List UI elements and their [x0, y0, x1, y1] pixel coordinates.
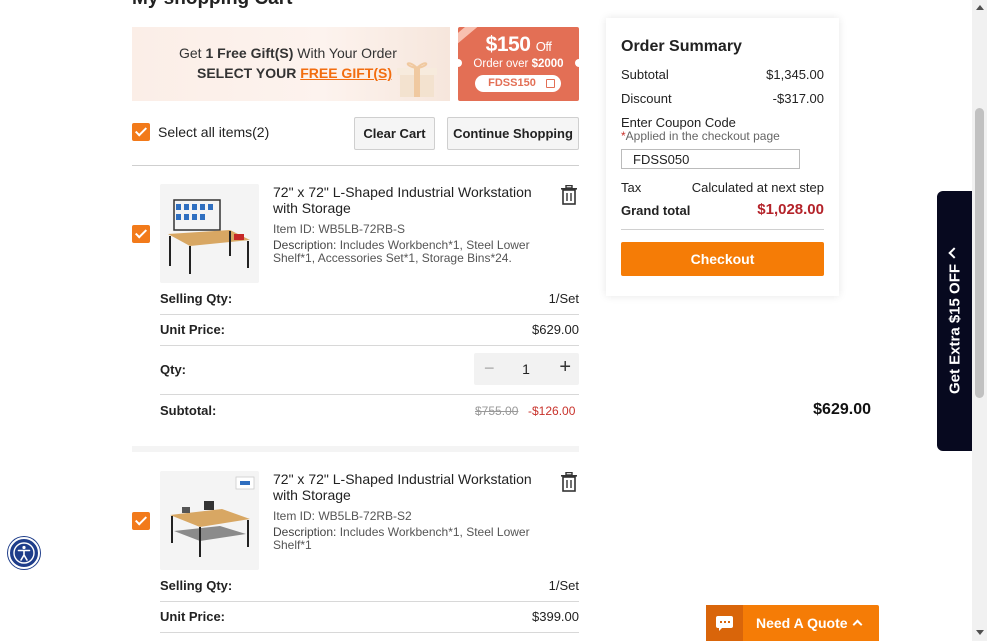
- gift-select-line: SELECT YOUR FREE GIFT(S): [197, 65, 392, 81]
- item-checkbox[interactable]: [132, 512, 150, 530]
- selling-qty-label: Selling Qty:: [160, 578, 233, 593]
- divider: [621, 229, 824, 230]
- gift-box-icon: [397, 62, 437, 97]
- qty-label: Qty:: [160, 362, 186, 377]
- coupon-code-input[interactable]: [621, 149, 800, 169]
- product-description: Description: Includes Workbench*1, Steel…: [273, 238, 530, 265]
- extra-discount-label: Get Extra $15 OFF: [946, 263, 963, 395]
- divider: [132, 165, 579, 166]
- free-gift-link[interactable]: FREE GIFT(S): [300, 65, 392, 81]
- order-summary-title: Order Summary: [621, 38, 742, 55]
- coupon-notch-right: [575, 59, 579, 67]
- unit-price-value: $399.00: [532, 609, 579, 624]
- divider: [160, 345, 579, 346]
- cart-page: My shopping Cart Get 1 Free Gift(S) With…: [0, 0, 987, 641]
- divider: [160, 314, 579, 315]
- minus-icon[interactable]: −: [484, 358, 495, 379]
- subtotal-label: Subtotal:: [160, 403, 217, 418]
- unit-price-label: Unit Price:: [160, 322, 226, 337]
- selling-qty-label: Selling Qty:: [160, 291, 233, 306]
- scroll-down-arrow[interactable]: [976, 630, 984, 635]
- accessibility-button[interactable]: [8, 537, 40, 569]
- coupon-code-text: FDSS150: [488, 77, 536, 89]
- product-title[interactable]: 72" x 72" L-Shaped Industrial Workstatio…: [273, 184, 543, 216]
- divider: [160, 601, 579, 602]
- accessibility-icon: [13, 542, 35, 564]
- need-a-quote-label: Need A Quote: [756, 615, 848, 631]
- quantity-value[interactable]: 1: [520, 361, 532, 377]
- unit-price-label: Unit Price:: [160, 609, 226, 624]
- chat-icon: [706, 605, 743, 641]
- product-item-id: Item ID: WB5LB-72RB-S: [273, 222, 406, 236]
- product-title[interactable]: 72" x 72" L-Shaped Industrial Workstatio…: [273, 471, 543, 503]
- summary-subtotal-value: $1,345.00: [766, 67, 824, 82]
- plus-icon[interactable]: +: [559, 356, 571, 379]
- page-title: My shopping Cart: [132, 0, 292, 10]
- divider: [160, 632, 579, 633]
- product-description: Description: Includes Workbench*1, Steel…: [273, 525, 530, 552]
- checkout-button[interactable]: Checkout: [621, 242, 824, 276]
- item-separator: [132, 446, 579, 452]
- coupon-banner[interactable]: $150 Off Order over $2000 FDSS150: [458, 27, 579, 101]
- coupon-amount: $150 Off: [485, 33, 552, 56]
- item-subtotal-value: $629.00: [813, 401, 871, 418]
- chevron-up-icon: [948, 247, 960, 259]
- divider: [160, 394, 579, 395]
- trash-icon[interactable]: [560, 185, 578, 205]
- scroll-up-arrow[interactable]: [976, 5, 984, 10]
- item-original-price: $755.00: [475, 404, 519, 418]
- summary-discount-label: Discount: [621, 91, 672, 106]
- selling-qty-value: 1/Set: [548, 291, 579, 306]
- copy-icon[interactable]: [546, 79, 555, 88]
- summary-subtotal-label: Subtotal: [621, 67, 669, 82]
- trash-icon[interactable]: [560, 472, 578, 492]
- item-discount: -$126.00: [528, 404, 576, 418]
- coupon-code-pill[interactable]: FDSS150: [475, 75, 561, 92]
- workstation-image: [160, 184, 259, 283]
- extra-discount-tab[interactable]: Get Extra $15 OFF: [937, 191, 972, 451]
- coupon-code-label: Enter Coupon Code: [621, 115, 736, 130]
- need-a-quote-button[interactable]: Need A Quote: [706, 605, 879, 641]
- quantity-stepper: − 1 +: [474, 353, 579, 385]
- order-summary-panel: Order Summary Subtotal $1,345.00 Discoun…: [606, 18, 839, 296]
- select-all-label: Select all items(2): [158, 124, 270, 140]
- selling-qty-value: 1/Set: [548, 578, 579, 593]
- continue-shopping-button[interactable]: Continue Shopping: [447, 117, 579, 150]
- clear-cart-button[interactable]: Clear Cart: [354, 117, 435, 150]
- free-gift-banner[interactable]: Get 1 Free Gift(S) With Your Order SELEC…: [132, 27, 450, 101]
- unit-price-value: $629.00: [532, 322, 579, 337]
- product-thumbnail[interactable]: [160, 471, 259, 570]
- grand-total-label: Grand total: [621, 203, 691, 218]
- item-checkbox[interactable]: [132, 225, 150, 243]
- product-thumbnail[interactable]: [160, 184, 259, 283]
- summary-discount-value: -$317.00: [772, 91, 824, 106]
- gift-headline: Get 1 Free Gift(S) With Your Order: [179, 45, 397, 61]
- select-all-checkbox[interactable]: [132, 123, 150, 141]
- product-item-id: Item ID: WB5LB-72RB-S2: [273, 509, 412, 523]
- scrollbar-thumb[interactable]: [975, 108, 984, 398]
- tax-label: Tax: [621, 180, 642, 195]
- chevron-up-icon: [852, 619, 863, 630]
- workstation-image: [160, 471, 259, 570]
- coupon-note: *Applied in the checkout page: [621, 129, 780, 143]
- coupon-condition: Order over $2000: [473, 58, 564, 70]
- tax-value: Calculated at next step: [691, 180, 824, 195]
- grand-total-value: $1,028.00: [757, 201, 824, 218]
